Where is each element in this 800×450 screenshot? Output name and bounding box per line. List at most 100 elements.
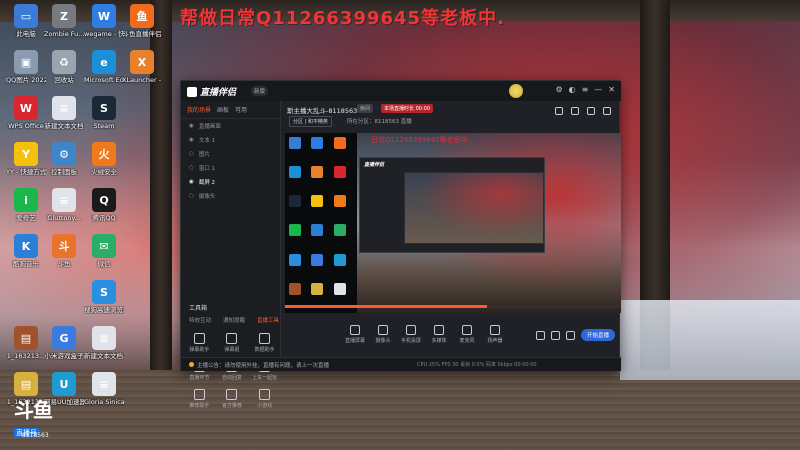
source-button[interactable]: 麦克风 (453, 325, 481, 344)
scene-tab[interactable]: 可用 (235, 105, 247, 114)
share-icon[interactable] (603, 107, 611, 115)
toolbox-tabs: 特效互动 通知提醒 直播工具 (189, 316, 279, 324)
preview-icon (289, 137, 301, 149)
desktop-icon[interactable]: ≡ 新建文本文档 (44, 96, 84, 130)
desktop-icon[interactable]: 斗斗鱼 (44, 234, 84, 268)
desktop-icon[interactable]: ▤ 1_163213... (6, 326, 46, 360)
mi-game-icon: G (52, 326, 76, 350)
skin-icon[interactable]: ◐ (569, 85, 576, 94)
tool-button[interactable]: 弹幕助手 (183, 333, 216, 353)
room-title[interactable]: 斯主播大乱斗-8118563 (287, 105, 357, 115)
desktop-icon[interactable]: Q 腾讯QQ (84, 188, 124, 222)
tool-button[interactable]: 小游戏 (248, 389, 281, 409)
xlauncher-icon: X (130, 50, 154, 74)
scene-tab[interactable]: 我的场景 (187, 105, 211, 114)
settings-icon[interactable]: ⚙ (555, 85, 562, 94)
eye-icon[interactable] (551, 330, 560, 340)
preview-icon (311, 137, 324, 149)
gift-icon[interactable] (555, 107, 563, 115)
scene-item-label: 截屏 2 (198, 180, 216, 186)
desktop-icon[interactable]: G 小米游戏盒子 (44, 326, 84, 360)
toolbox-tab[interactable]: 通知提醒 (223, 316, 245, 324)
recommend-icon (193, 389, 205, 400)
tool-label: 弹幕姬 (224, 347, 240, 353)
source-label: 直播屏幕 (344, 338, 365, 344)
toolbox-tab[interactable]: 特效互动 (189, 316, 211, 324)
media-icon (434, 325, 444, 335)
wegame-icon: W (92, 4, 116, 28)
start-live-button[interactable]: 开始直播 (581, 329, 615, 341)
settings-icon[interactable] (587, 107, 595, 115)
preview-scrubber[interactable] (285, 305, 621, 308)
streamer-notice[interactable]: 主播公告：请勿使用外挂，直播有问题，请上一次直播 (189, 361, 329, 369)
scene-tab[interactable]: 画板 (217, 105, 229, 114)
gear-icon[interactable] (566, 330, 575, 340)
scene-item[interactable]: ◉ 直播画面 (181, 119, 280, 133)
edge-icon: e (92, 50, 116, 74)
right-controls: 开始直播 (536, 329, 615, 341)
room-tag: 房间 (357, 104, 374, 113)
desktop-icon[interactable]: ⚙ 控制面板 (44, 142, 84, 176)
source-button[interactable]: 多媒体 (425, 325, 453, 344)
app-titlebar[interactable]: 直播伴侣 新版 ⚙ ◐ ≡ — ✕ (181, 81, 621, 101)
desktop-icon-label: 新建文本文档 (44, 122, 84, 130)
desktop-icon[interactable]: Y YY - 快捷方式 (6, 142, 46, 176)
source-button[interactable]: 摄像头 (369, 325, 397, 344)
desktop-icon[interactable]: ≡ 新建文本文档.txt (84, 326, 124, 360)
eye-off-icon[interactable]: ○ (189, 151, 194, 157)
desktop-icon-label: 爱奇艺 (16, 214, 36, 222)
source-button[interactable]: 扬声器 (481, 325, 509, 344)
control-panel-icon: ⚙ (52, 142, 76, 166)
desktop-icon[interactable]: i 爱奇艺 (6, 188, 46, 222)
minimize-icon[interactable]: — (594, 85, 602, 94)
desktop-icon[interactable]: W WPS Office (6, 96, 46, 130)
scene-item[interactable]: ◉ 文本 1 (181, 133, 280, 147)
desktop-icon[interactable]: e Microsoft Edge (84, 50, 124, 84)
user-avatar[interactable] (509, 84, 523, 98)
preview-overlay-text: 日常Q11266399645等老板中. (371, 136, 470, 144)
desktop-icon[interactable]: K 酷狗音乐 (6, 234, 46, 268)
desktop-icon[interactable]: 鱼斗鱼直播伴侣 (122, 4, 162, 38)
desktop-icon[interactable]: ✉ 微信 (84, 234, 124, 268)
preview-icon (333, 137, 346, 149)
desktop-icon[interactable]: Wwegame - 快捷方式 (84, 4, 124, 38)
tool-label: 弹幕助手 (189, 347, 210, 353)
layout-icon[interactable] (571, 107, 579, 115)
eye-icon[interactable]: ◉ (189, 179, 194, 185)
record-icon[interactable] (536, 330, 545, 340)
performance-stats: CPU 25% FPS 30 丢帧 0.0% 码率 0kbps 00:00:00 (417, 362, 537, 368)
source-button[interactable]: 直播屏幕 (341, 325, 369, 344)
nested-preview (404, 172, 544, 244)
scene-item[interactable]: ○ 图片 (181, 147, 280, 161)
source-label: 手机投屏 (400, 338, 421, 344)
tool-button[interactable]: 弹幕姬 (216, 333, 249, 353)
desktop-icon-label: 腾讯QQ (92, 214, 116, 222)
menu-icon[interactable]: ≡ (582, 85, 589, 94)
eye-icon[interactable]: ◉ (189, 137, 194, 143)
desktop-icon[interactable]: ▣ QQ图片 20220127... (6, 50, 46, 84)
scene-item[interactable]: ○ 摄像头 (181, 189, 280, 203)
desktop-icon[interactable]: 火火绒安全 (84, 142, 124, 176)
scene-item[interactable]: ○ 窗口 1 (181, 161, 280, 175)
desktop-icon[interactable]: X XLauncher - 快捷方式 (122, 50, 162, 84)
eye-off-icon[interactable]: ○ (189, 193, 194, 199)
desktop-icon[interactable]: ≡ Gloria Sinica Han Xiong... (84, 372, 124, 406)
live-companion-window[interactable]: 直播伴侣 新版 ⚙ ◐ ≡ — ✕ 我的场景 画板 可用 ◉ 直播画面 ◉ 文本 1 ○ 图片… (180, 80, 621, 409)
category-button[interactable]: 分区 | 和平精英 (289, 116, 332, 127)
desktop-icon[interactable]: Z Zombie Fu... (44, 4, 84, 38)
source-button[interactable]: 手机投屏 (397, 325, 425, 344)
desktop-icon[interactable]: S 搜狗高速浏览器 (84, 280, 124, 314)
desktop-icon[interactable]: ≡ Gluttony... (44, 188, 84, 222)
desktop-icon[interactable]: ▭ 此电脑 (6, 4, 46, 38)
tool-button[interactable]: 推荐助手 (183, 389, 216, 409)
close-icon[interactable]: ✕ (608, 85, 615, 94)
eye-off-icon[interactable]: ○ (189, 165, 194, 171)
stream-preview[interactable]: 日常Q11266399645等老板中. 直播伴侣 (285, 133, 621, 313)
desktop-icon[interactable]: S Steam (84, 96, 124, 130)
tool-button[interactable]: 数据助手 (248, 333, 281, 353)
eye-icon[interactable]: ◉ (189, 123, 194, 129)
desktop-icon[interactable]: ♻ 回收站 (44, 50, 84, 84)
scene-item[interactable]: ◉ 截屏 2 (181, 175, 280, 189)
tool-button[interactable]: 官方推荐 (216, 389, 249, 409)
toolbox-tab[interactable]: 直播工具 (257, 316, 279, 324)
